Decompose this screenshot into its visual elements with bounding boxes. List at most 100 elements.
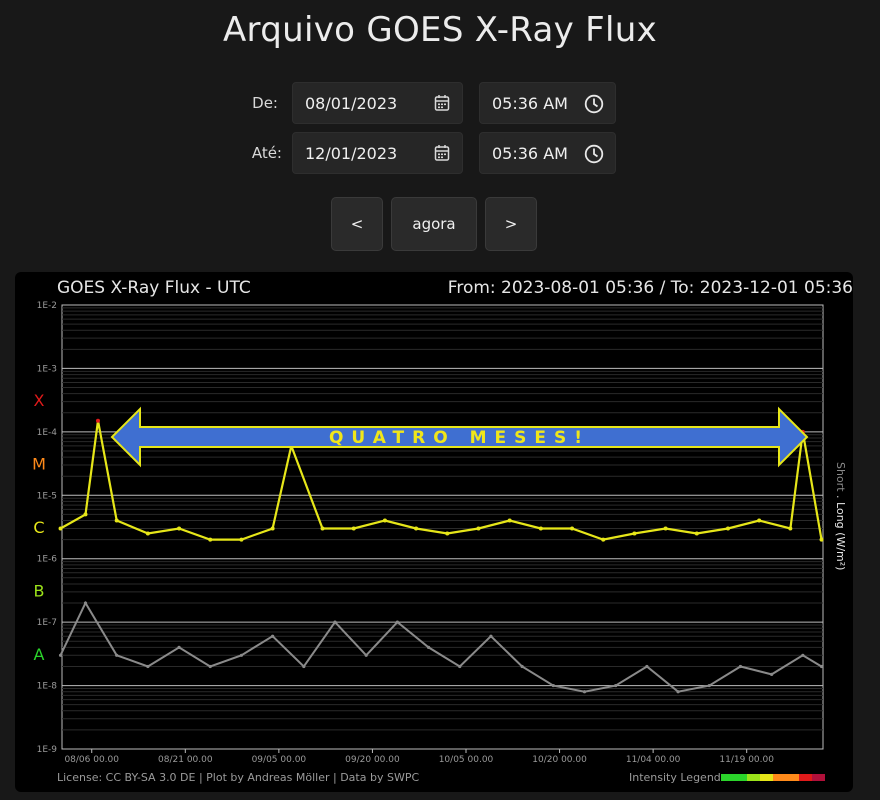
short-point	[333, 620, 337, 624]
intensity-legend-swatch	[734, 774, 747, 781]
long-point	[788, 526, 793, 531]
short-point	[395, 620, 399, 624]
short-point	[146, 664, 150, 669]
long-point	[95, 418, 100, 423]
short-point	[770, 672, 774, 677]
y-tick-label: 1E-3	[37, 364, 57, 374]
xray-flux-plot: GOES X-Ray Flux - UTC From: 2023-08-01 0…	[15, 272, 853, 792]
from-time-value: 05:36 AM	[492, 94, 568, 113]
long-point	[663, 526, 668, 531]
flare-class-x: X	[34, 391, 45, 410]
long-point	[351, 526, 356, 531]
plot-license: License: CC BY-SA 3.0 DE | Plot by Andre…	[57, 771, 420, 784]
long-point	[239, 537, 244, 542]
flare-class-m: M	[32, 455, 46, 474]
short-point	[819, 664, 824, 669]
calendar-icon[interactable]	[434, 94, 450, 112]
intensity-legend-swatch	[799, 774, 812, 781]
long-point	[445, 531, 450, 536]
next-button[interactable]: >	[485, 197, 537, 251]
to-time-field[interactable]: 05:36 AM	[479, 132, 616, 174]
short-point	[458, 664, 462, 669]
page-title: Arquivo GOES X-Ray Flux	[222, 10, 657, 50]
x-tick-label: 09/05 00.00	[252, 755, 307, 765]
short-point	[208, 664, 212, 669]
x-tick-label: 09/20 00.00	[345, 755, 400, 765]
long-point	[694, 531, 699, 536]
intensity-legend-swatch	[786, 774, 799, 781]
to-row: Até: 12/01/2023 05:36 AM	[0, 132, 880, 176]
flux-chart: 1E-2 1E-3 1E-4 1E-5 1E-6 1E-7 1E-8 1E-9 X M C B A 08/…	[32, 301, 847, 781]
x-tick-label: 08/21 00.00	[158, 755, 213, 765]
from-date-field[interactable]: 08/01/2023	[292, 82, 463, 124]
to-time-value: 05:36 AM	[492, 144, 568, 163]
long-point	[507, 518, 512, 523]
flare-class-c: C	[33, 518, 44, 537]
short-point	[489, 634, 493, 638]
long-point	[725, 526, 730, 531]
right-axis-long: Long (W/m²)	[834, 502, 847, 570]
long-point	[538, 526, 543, 531]
intensity-legend-swatch	[812, 774, 825, 781]
long-point	[114, 518, 119, 523]
x-tick-label: 08/06 00.00	[64, 755, 119, 765]
short-point	[177, 645, 181, 649]
clock-icon[interactable]	[584, 94, 604, 114]
long-point	[177, 526, 182, 531]
long-point	[476, 526, 481, 531]
y-tick-label: 1E-6	[37, 555, 58, 565]
long-point	[632, 531, 637, 536]
clock-icon[interactable]	[584, 144, 604, 164]
long-point	[382, 518, 387, 523]
short-point	[676, 690, 680, 694]
long-point	[819, 537, 824, 542]
short-point	[551, 683, 555, 688]
flare-class-b: B	[34, 581, 45, 600]
short-point	[426, 645, 431, 649]
from-row: De: 08/01/2023 05:36 AM	[0, 82, 880, 126]
y-tick-label: 1E-4	[37, 428, 58, 438]
long-point	[601, 537, 606, 542]
x-tick-label: 11/04 00.00	[626, 755, 681, 765]
from-date-value: 08/01/2023	[305, 94, 398, 113]
to-label: Até:	[251, 144, 282, 162]
long-point	[270, 526, 275, 531]
long-point	[83, 512, 88, 517]
long-point	[58, 526, 63, 531]
intensity-legend-label: Intensity Legend	[629, 771, 721, 784]
short-point	[614, 683, 618, 688]
from-time-field[interactable]: 05:36 AM	[479, 82, 616, 124]
short-point	[115, 653, 119, 657]
intensity-legend-swatch	[773, 774, 786, 781]
y-tick-label: 1E-8	[37, 682, 58, 692]
intensity-legend-swatch	[760, 774, 773, 781]
right-axis-short: Short	[834, 462, 847, 492]
short-point	[738, 664, 743, 669]
intensity-legend-swatch	[721, 774, 734, 781]
short-point	[239, 653, 244, 657]
calendar-icon[interactable]	[434, 144, 450, 162]
short-point	[582, 690, 587, 694]
to-date-field[interactable]: 12/01/2023	[292, 132, 463, 174]
short-point	[302, 664, 306, 669]
short-point	[58, 653, 63, 657]
long-point	[414, 526, 419, 531]
y-tick-label: 1E-5	[37, 491, 57, 501]
short-point	[645, 664, 649, 669]
prev-button[interactable]: <	[331, 197, 383, 251]
x-tick-label: 11/19 00.00	[719, 755, 774, 765]
right-axis-separator: .	[834, 492, 847, 503]
long-point	[570, 526, 575, 531]
flare-class-a: A	[34, 645, 45, 664]
intensity-legend-swatch	[747, 774, 760, 781]
to-date-value: 12/01/2023	[305, 144, 398, 163]
annotation-text: QUATRO MESES!	[329, 428, 590, 448]
short-point	[801, 653, 805, 657]
now-button[interactable]: agora	[391, 197, 477, 251]
long-point	[208, 537, 213, 542]
short-point	[83, 601, 88, 605]
x-tick-label: 10/05 00.00	[439, 755, 494, 765]
long-point	[320, 526, 325, 531]
y-tick-label: 1E-2	[37, 301, 57, 311]
x-tick-label: 10/20 00.00	[532, 755, 587, 765]
